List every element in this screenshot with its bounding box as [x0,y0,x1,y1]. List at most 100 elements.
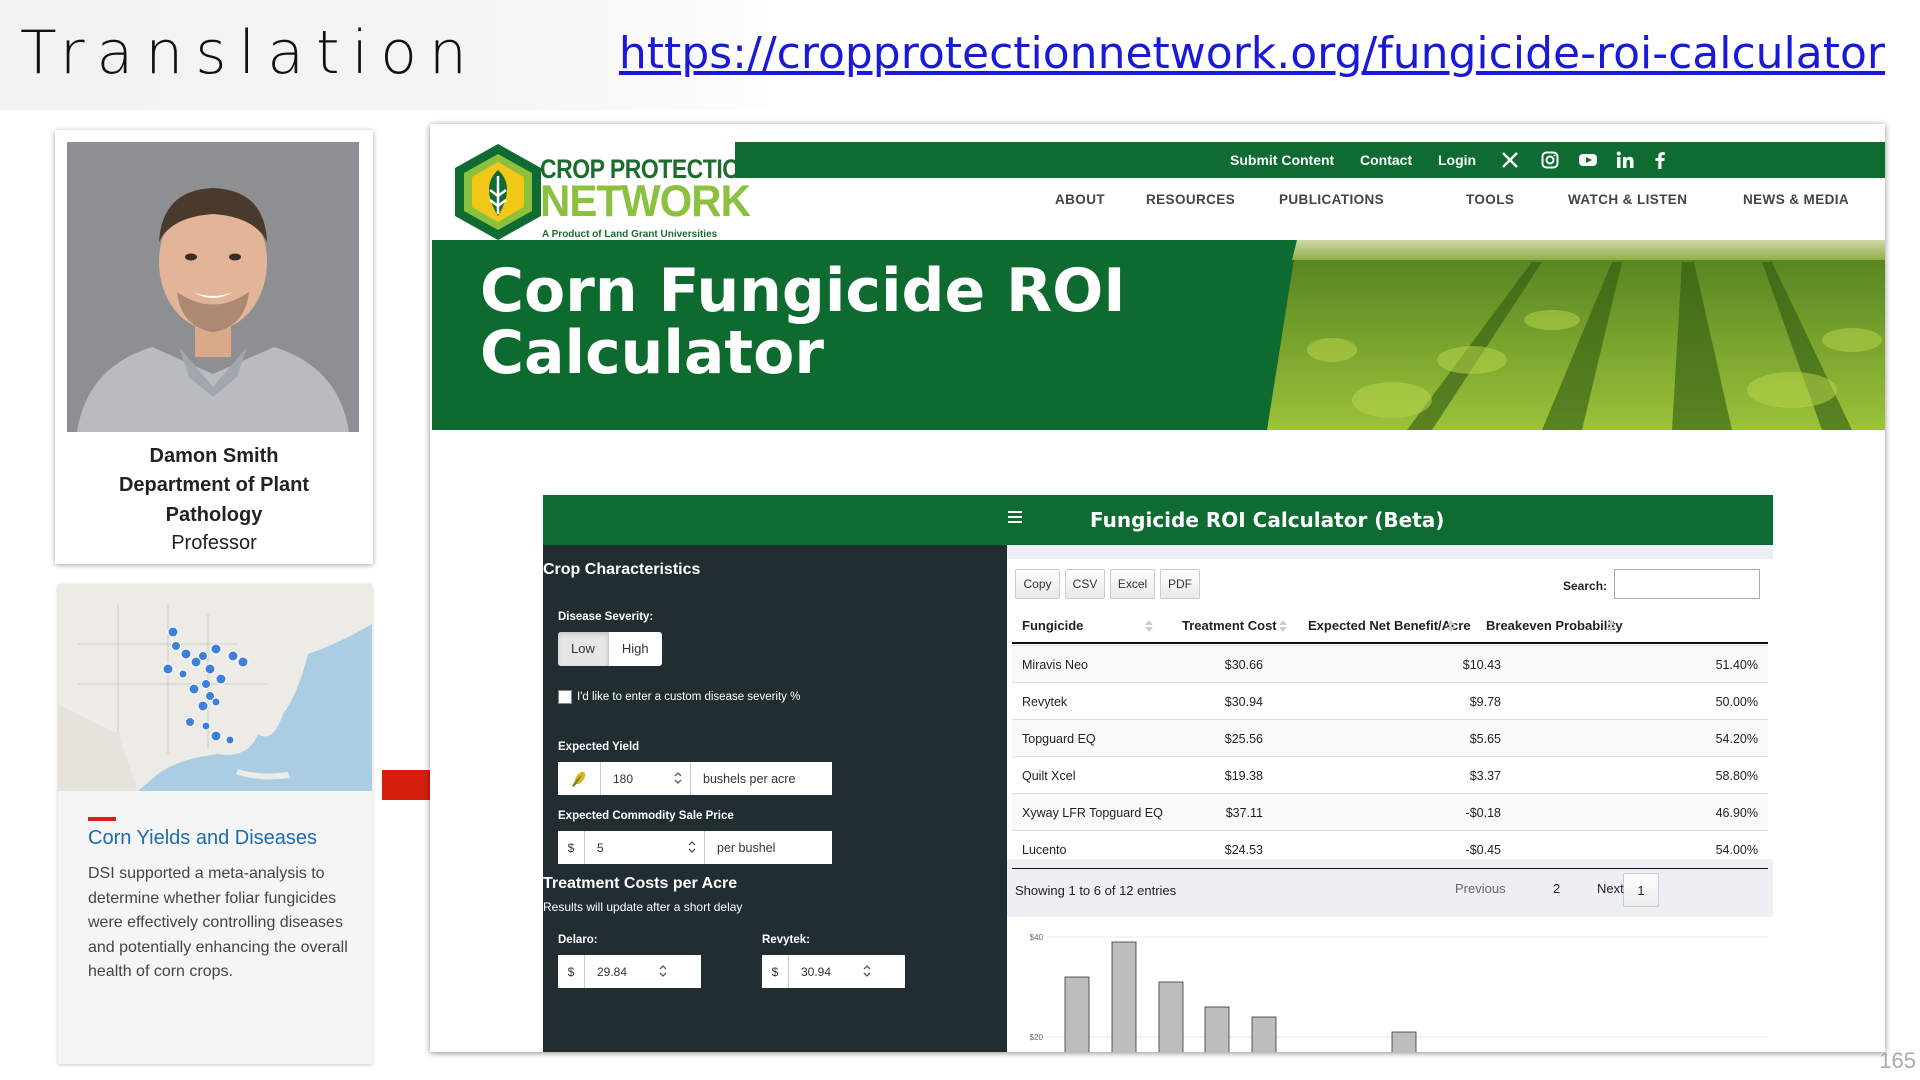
table-cell: -$0.18 [1465,806,1501,820]
pagination-page-2[interactable]: 2 [1553,881,1560,896]
copy-button[interactable]: Copy [1015,569,1060,599]
revytek-currency-addon: $ [762,955,789,988]
pagination-previous[interactable]: Previous [1455,881,1506,896]
instagram-icon[interactable] [1540,150,1560,170]
table-footer-rule [1012,868,1768,869]
search-input[interactable] [1614,569,1760,599]
table-cell: $30.94 [1224,695,1263,709]
table-row[interactable]: Miravis Neo $30.66 $10.43 51.40% [1012,645,1768,682]
chart-bar[interactable] [1391,1031,1417,1052]
column-header-fungicide[interactable]: Fungicide [1022,618,1083,633]
expected-yield-group: 180 bushels per acre [558,762,832,795]
column-header-breakeven[interactable]: Breakeven Probability [1486,618,1623,633]
sort-icon[interactable] [1145,619,1153,633]
nav-publications[interactable]: PUBLICATIONS [1279,192,1384,207]
sort-icon[interactable] [1279,619,1287,633]
table-header-rule [1012,642,1768,644]
revytek-cost-group: $ 30.94 [762,955,905,988]
nav-about[interactable]: ABOUT [1055,192,1105,207]
revytek-cost-input[interactable]: 30.94 [789,955,879,988]
nav-news-media[interactable]: NEWS & MEDIA [1743,192,1849,207]
table-cell: $9.78 [1469,695,1501,709]
csv-button[interactable]: CSV [1065,569,1105,599]
chart-bar[interactable] [1204,1006,1230,1052]
spinner-icon[interactable] [863,964,871,978]
x-icon[interactable] [1500,150,1520,170]
table-cell: Revytek [1022,695,1068,709]
hero-banner: Corn Fungicide ROI Calculator [432,240,1885,430]
table-cell: Quilt Xcel [1022,769,1076,783]
table-row[interactable]: Topguard EQ $25.56 $5.65 54.20% [1012,719,1768,756]
table-cell: 46.90% [1715,806,1758,820]
expected-yield-value: 180 [613,771,634,786]
table-cell: $37.11 [1225,806,1263,820]
hamburger-menu-icon[interactable] [1008,510,1022,524]
chart-bar[interactable] [1064,976,1090,1052]
table-cell: 50.00% [1715,695,1758,709]
facebook-icon[interactable] [1650,150,1670,170]
excel-button[interactable]: Excel [1110,569,1155,599]
contact-link[interactable]: Contact [1360,152,1412,168]
sort-icon[interactable] [1447,619,1455,633]
spinner-icon[interactable] [674,771,682,785]
profile-photo [67,142,359,432]
table-cell: $25.56 [1224,732,1263,746]
severity-high-button[interactable]: High [609,632,662,666]
website-screenshot: CROP PROTECTION NETWORK A Product of Lan… [430,124,1885,1052]
source-url-link[interactable]: https://cropprotectionnetwork.org/fungic… [619,28,1885,79]
table-cell: $3.37 [1469,769,1501,783]
table-cell: Miravis Neo [1022,658,1088,672]
table-cell: $5.65 [1469,732,1501,746]
table-row[interactable]: Quilt Xcel $19.38 $3.37 58.80% [1012,756,1768,793]
nav-tools[interactable]: TOOLS [1466,192,1514,207]
hero-title: Corn Fungicide ROI Calculator [480,260,1126,384]
table-cell: $10.43 [1462,658,1501,672]
commodity-price-label: Expected Commodity Sale Price [558,810,734,822]
custom-severity-checkbox[interactable] [558,690,572,704]
crop-protection-network-logo[interactable] [446,142,550,242]
spinner-icon[interactable] [688,840,696,854]
profile-card: Damon Smith Department of Plant Patholog… [55,130,373,564]
commodity-price-input[interactable]: 5 [585,831,705,864]
submit-content-link[interactable]: Submit Content [1230,152,1334,168]
sort-icon[interactable] [1607,619,1615,633]
table-row[interactable]: Revytek $30.94 $9.78 50.00% [1012,682,1768,719]
chart-bar[interactable] [1251,1016,1277,1052]
spinner-icon[interactable] [659,964,667,978]
update-delay-note: Results will update after a short delay [543,900,743,914]
pagination-page-1[interactable]: 1 [1623,873,1659,907]
article-card[interactable]: Corn Yields and Diseases DSI supported a… [58,584,372,1064]
table-row[interactable]: Lucento $24.53 -$0.45 54.00% [1012,830,1768,867]
crop-characteristics-heading: Crop Characteristics [543,561,701,578]
login-link[interactable]: Login [1438,152,1476,168]
chart-bar[interactable] [1111,941,1137,1052]
table-row[interactable]: Xyway LFR Topguard EQ $37.11 -$0.18 46.90% [1012,793,1768,830]
table-cell: $30.66 [1224,658,1263,672]
corn-icon [558,762,601,795]
youtube-icon[interactable] [1578,150,1598,170]
nav-resources[interactable]: RESOURCES [1146,192,1235,207]
roi-bar-chart: $40 $20 [1007,917,1773,1052]
table-cell: 51.40% [1715,658,1758,672]
pdf-button[interactable]: PDF [1160,569,1200,599]
pagination-next[interactable]: Next [1597,881,1624,896]
table-cell: 54.20% [1715,732,1758,746]
article-accent-bar [88,817,116,821]
linkedin-icon[interactable] [1615,150,1635,170]
delaro-cost-value: 29.84 [597,964,628,979]
nav-watch-listen[interactable]: WATCH & LISTEN [1568,192,1687,207]
table-cell: 58.80% [1715,769,1758,783]
chart-bar[interactable] [1158,981,1184,1052]
slide-page-number: 165 [1879,1048,1916,1073]
yield-unit: bushels per acre [703,771,796,786]
delaro-cost-input[interactable]: 29.84 [585,955,675,988]
expected-yield-input[interactable]: 180 [601,762,691,795]
severity-low-button[interactable]: Low [558,632,609,666]
custom-severity-label: I'd like to enter a custom disease sever… [577,691,801,703]
table-cell: Xyway LFR Topguard EQ [1022,806,1163,820]
revytek-cost-value: 30.94 [801,964,832,979]
chart-y-tick-label: $20 [1030,1033,1044,1042]
column-header-treatment-cost[interactable]: Treatment Cost [1182,618,1277,633]
entries-info: Showing 1 to 6 of 12 entries [1015,883,1177,898]
article-title-link[interactable]: Corn Yields and Diseases [88,827,317,850]
